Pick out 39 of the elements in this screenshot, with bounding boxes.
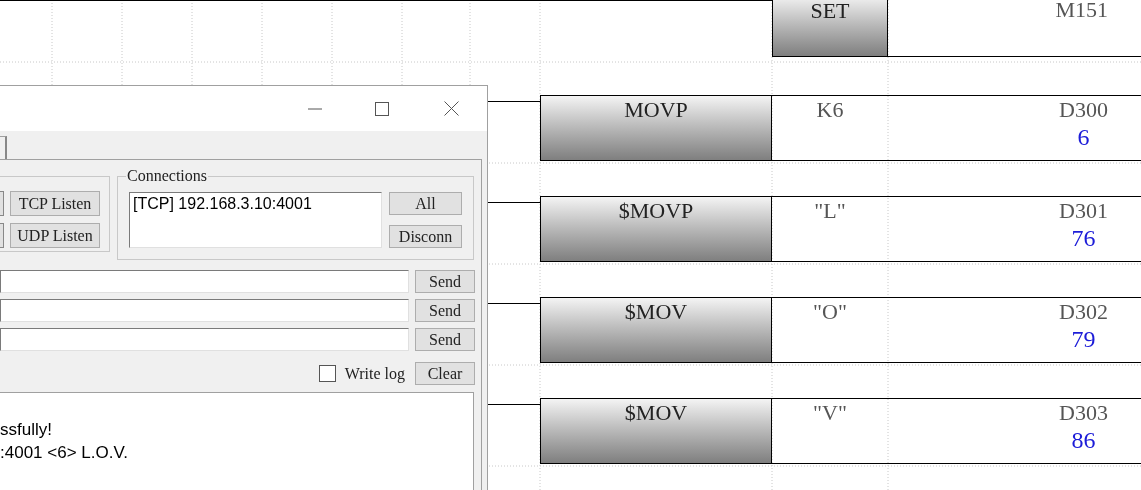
close-icon[interactable]: [444, 101, 459, 116]
button[interactable]: All: [389, 192, 462, 215]
input-field[interactable]: [0, 328, 409, 351]
input-field[interactable]: [0, 270, 409, 293]
device-value: 86: [1071, 426, 1096, 454]
input-field[interactable]: [0, 299, 409, 322]
device-label: D300: [1059, 97, 1108, 123]
minimize-icon[interactable]: [308, 107, 322, 110]
instruction-block: $MOV: [540, 398, 772, 464]
operand-cell: "V": [772, 398, 888, 464]
operand-cell: "L": [772, 196, 888, 262]
device-label: D301: [1059, 198, 1108, 224]
log-line: :4001 <6> L.O.V.: [0, 442, 128, 464]
listen-button[interactable]: TCP Listen: [10, 191, 100, 216]
log-line: ssfully!: [0, 419, 52, 441]
clear-button[interactable]: Clear: [415, 362, 475, 385]
list-item[interactable]: [TCP] 192.168.3.10:4001: [133, 193, 378, 215]
operand-cell: K6: [772, 95, 888, 161]
maximize-icon[interactable]: [375, 101, 389, 116]
group-title: Connections: [126, 168, 208, 184]
device-label: M151: [1055, 0, 1108, 22]
device-value: 79: [1071, 325, 1096, 353]
checkbox[interactable]: [318, 365, 336, 382]
device-value: 76: [1071, 224, 1096, 252]
listen-button[interactable]: UDP Listen: [10, 223, 100, 248]
instruction-block: SET: [772, 0, 888, 57]
device-value: 6: [1077, 123, 1090, 151]
button[interactable]: Disconn: [389, 225, 462, 248]
instruction-block: $MOVP: [540, 196, 772, 262]
send-button[interactable]: Send: [415, 270, 475, 293]
checkbox-label: Write log: [344, 363, 405, 385]
device-label: D303: [1059, 400, 1108, 426]
operand-cell: "O": [772, 297, 888, 363]
send-button[interactable]: Send: [415, 299, 475, 322]
instruction-block: $MOV: [540, 297, 772, 363]
connection-list[interactable]: [TCP] 192.168.3.10:4001: [129, 192, 382, 248]
device-label: D302: [1059, 299, 1108, 325]
send-button[interactable]: Send: [415, 328, 475, 351]
instruction-block: MOVP: [540, 95, 772, 161]
